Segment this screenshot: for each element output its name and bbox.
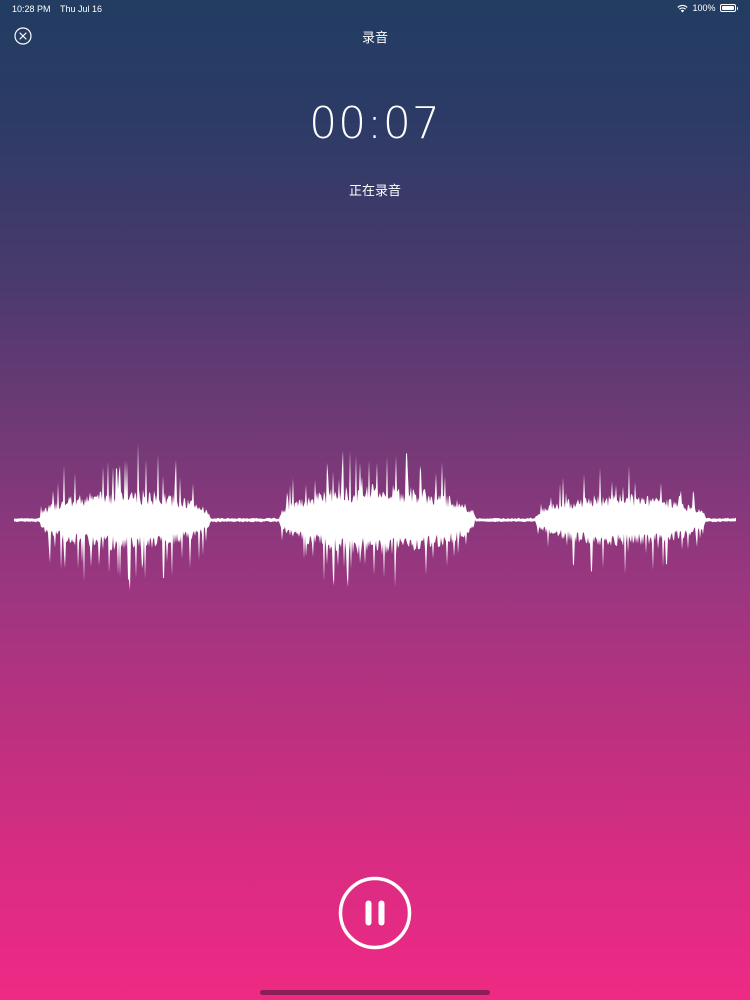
- recording-timer: 00:07: [309, 98, 441, 149]
- status-indicators: 100%: [677, 3, 738, 13]
- audio-waveform: [14, 443, 736, 591]
- pause-icon-left-bar: [365, 900, 372, 926]
- status-time: 10:28 PM: [12, 4, 51, 14]
- pause-icon-right-bar: [378, 900, 385, 926]
- waveform-shape: [14, 443, 736, 591]
- battery-percent: 100%: [692, 3, 716, 13]
- status-bar: 10:28 PM Thu Jul 16 100%: [0, 0, 750, 18]
- battery-icon: [719, 4, 736, 12]
- home-indicator[interactable]: [260, 990, 490, 995]
- battery-tip: [736, 6, 738, 10]
- page-title: 录音: [361, 31, 388, 46]
- status-date: Thu Jul 16: [60, 4, 103, 14]
- wifi-icon: [677, 4, 689, 12]
- recording-status: 正在录音: [348, 184, 401, 199]
- pause-button[interactable]: [338, 876, 412, 950]
